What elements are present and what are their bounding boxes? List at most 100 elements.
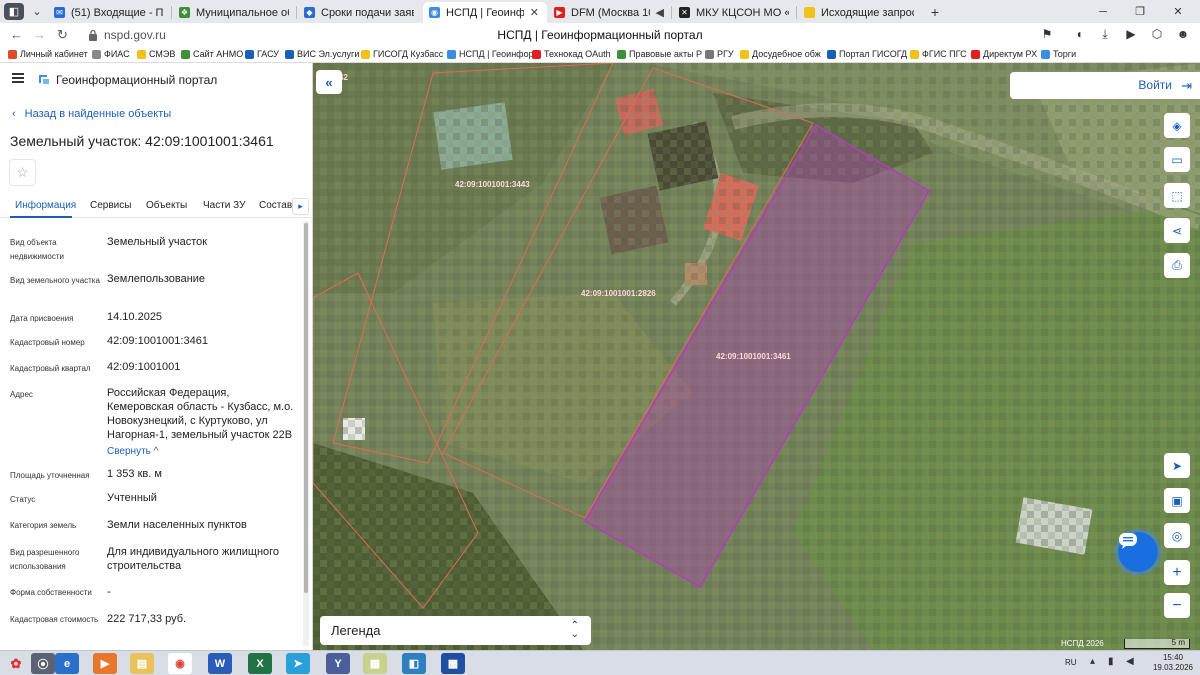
bookmark-item[interactable]: ГИСОГД Кузбасс [361,49,443,59]
file-explorer-icon[interactable]: ▤ [130,653,154,674]
tab-objects[interactable]: Объекты [146,200,187,211]
tab-nspd[interactable]: ◉ НСПД | Геоинформацис ✕ [423,2,547,23]
tab-composition[interactable]: Состав [259,200,292,211]
panel-scrollbar-thumb[interactable] [304,223,308,593]
close-window-icon[interactable]: ✕ [1168,3,1188,20]
select-area-button[interactable]: ⬚ [1164,183,1190,208]
favorite-star-button[interactable]: ☆ [9,159,36,186]
yandex-browser-icon[interactable]: Y [326,653,350,674]
collapse-address-link[interactable]: Свернуть ^ [107,446,158,457]
image-viewer-icon[interactable]: ▦ [363,653,387,674]
bookmark-item[interactable]: СМЭВ [137,49,175,59]
tab-services[interactable]: Сервисы [90,200,131,211]
proxy-app-icon[interactable]: ⦿ [31,653,55,674]
volume-icon[interactable]: ◀ [1126,656,1134,667]
print-button[interactable]: ⎙ [1164,253,1190,278]
clock[interactable]: 15:40 19.03.2026 [1150,653,1196,673]
bookmark-item[interactable]: ФИАС [92,49,130,59]
media-icon[interactable]: ▶ [1124,27,1138,41]
legend-dropdown[interactable]: Легенда ⌃ ⌄ [320,616,591,645]
bookmark-item[interactable]: РГУ [705,49,734,59]
map-view[interactable]: 42:09:1001001:3443 42:09:1001001:2826 42… [313,63,1200,650]
keyboard-language[interactable]: RU [1065,658,1077,667]
tray-expand-icon[interactable]: ▴ [1090,656,1095,667]
hamburger-menu-icon[interactable] [12,73,24,83]
browser-menu-icon[interactable]: ◧ [4,3,24,20]
bookmark-icon[interactable]: ⚑ [1040,27,1054,41]
bookmark-item[interactable]: Портал ГИСОГД [827,49,907,59]
word-icon[interactable]: W [208,653,232,674]
minimize-icon[interactable]: ─ [1093,3,1113,20]
app-icon[interactable]: ◧ [402,653,426,674]
collapse-panel-button[interactable]: « [316,70,342,94]
bookmark-item[interactable]: ФГИС ПГС [910,49,967,59]
start-button-icon[interactable]: ✿ [4,653,28,674]
excel-icon[interactable]: X [248,653,272,674]
layers-button[interactable]: ◈ [1164,113,1190,138]
tab-info[interactable]: Информация [15,200,76,211]
bookmark-icon [245,49,254,59]
tab-list-chevron-icon[interactable]: ⌄ [27,3,47,20]
share-icon: ⋖ [1171,223,1183,238]
mail-icon: ✉ [54,7,65,18]
telegram-icon[interactable]: ➤ [286,653,310,674]
bookmark-item[interactable]: Торги [1041,49,1076,59]
tab-title: (51) Входящие - Почта М [71,6,164,19]
extensions-icon[interactable]: ⬡ [1150,27,1164,41]
network-icon[interactable]: ▮ [1108,656,1114,667]
bookmark-item[interactable]: Технокад OAuth [532,49,611,59]
maximize-icon[interactable]: ❐ [1130,3,1150,20]
reload-icon[interactable]: ↻ [57,27,68,43]
tab-kcson[interactable]: ✕ МКУ КЦСОН МО «Новок [673,2,797,23]
ie-icon[interactable]: e [55,653,79,674]
bookmark-item[interactable]: Директум РХ [971,49,1037,59]
share-button[interactable]: ⋖ [1164,218,1190,243]
zoom-in-button[interactable]: + [1164,560,1190,585]
basemap-button[interactable]: ▣ [1164,488,1190,513]
profile-icon[interactable]: ☻ [1176,27,1190,41]
media-player-icon[interactable]: ▶ [93,653,117,674]
tab-mail[interactable]: ✉ (51) Входящие - Почта М [48,2,172,23]
tab-title: DFM (Москва 101,2 [571,6,650,19]
bookmark-item[interactable]: Правовые акты Р [617,49,702,59]
close-tab-icon[interactable]: ✕ [530,6,539,19]
login-button[interactable]: Войти [1138,78,1172,92]
locate-button[interactable]: ➤ [1164,453,1190,478]
address-bar: ← → ↻ nspd.gov.ru НСПД | Геоинформационн… [0,23,1200,47]
tab-deadlines[interactable]: ◆ Сроки подачи заявления [298,2,422,23]
network-app-icon[interactable]: ▩ [441,653,465,674]
chat-button[interactable] [1118,532,1158,572]
bookmark-item[interactable]: Досудебное обж [740,49,821,59]
back-to-results-link[interactable]: ‹ Назад в найденные объекты [12,108,171,120]
bookmark-item[interactable]: ВИС Эл.услуги [285,49,359,59]
bookmark-item[interactable]: Личный кабинет [8,49,88,59]
tab-title: Муниципальное образов [196,6,289,19]
bookmark-icon [181,49,190,59]
tab-land-parts[interactable]: Части ЗУ [203,200,245,211]
tabs-scroll-right-button[interactable]: ▸ [292,198,309,215]
bookmark-item[interactable]: НСПД | Геоинфор [447,49,534,59]
tab-title: НСПД | Геоинформацис [446,6,524,19]
back-arrow-icon[interactable]: ← [10,27,23,42]
measure-button[interactable]: ▭ [1164,147,1190,172]
bookmark-item[interactable]: ГАСУ [245,49,279,59]
tab-radio[interactable]: ▶ DFM (Москва 101,2 ◀ [548,2,672,23]
tab-municipal[interactable]: ❖ Муниципальное образов [173,2,297,23]
zoom-out-button[interactable]: − [1164,593,1190,618]
bookmark-item[interactable]: Сайт АНМО [181,49,243,59]
speaker-icon[interactable]: ◀ [656,6,664,19]
new-tab-button[interactable]: + [925,3,945,20]
chrome-icon[interactable]: ◉ [168,653,192,674]
site-icon: ◆ [304,7,315,18]
legend-label: Легенда [331,623,381,638]
tab-outgoing[interactable]: Исходящие запросы [798,2,922,23]
login-icon[interactable]: ⇥ [1181,78,1192,94]
url-field[interactable]: nspd.gov.ru [104,28,166,42]
forward-arrow-icon[interactable]: → [33,27,46,42]
layers-icon: ◈ [1172,118,1182,133]
download-icon[interactable]: ⤓ [1098,27,1112,42]
field-label: Кадастровый номер [10,338,85,347]
geolocation-button[interactable]: ◎ [1164,523,1190,548]
nspd-icon: ◉ [429,7,440,18]
reader-icon[interactable]: ◖ [1072,27,1086,41]
